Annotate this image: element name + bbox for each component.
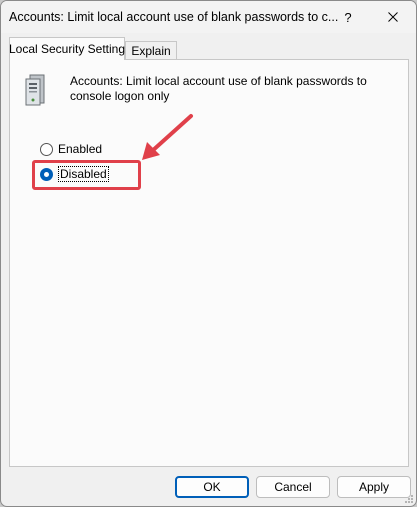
tab-local-security-setting[interactable]: Local Security Setting [9,37,125,60]
tab-panel: Accounts: Limit local account use of bla… [9,59,409,467]
annotation-arrow-icon [142,114,193,160]
cancel-button[interactable]: Cancel [256,476,330,498]
tab-explain[interactable]: Explain [125,41,177,60]
ok-button[interactable]: OK [175,476,249,498]
ok-label: OK [203,480,221,494]
enabled-option[interactable]: Enabled [40,141,102,157]
enabled-label: Enabled [58,142,103,156]
window-title: Accounts: Limit local account use of bla… [9,10,339,24]
apply-button[interactable]: Apply [337,476,411,498]
enabled-radio[interactable] [40,142,53,156]
tab-label: Local Security Setting [8,42,126,56]
title-bar: Accounts: Limit local account use of bla… [1,1,416,33]
help-button[interactable]: ? [325,1,371,33]
resize-grip-icon[interactable] [404,494,414,504]
policy-name: Accounts: Limit local account use of bla… [70,74,367,103]
apply-label: Apply [358,480,390,494]
tab-label: Explain [131,44,171,58]
close-icon [388,12,398,22]
close-button[interactable] [370,1,416,33]
highlight-box [32,160,141,190]
help-icon: ? [344,9,352,25]
dialog-window: Accounts: Limit local account use of bla… [0,0,417,507]
cancel-label: Cancel [274,480,312,494]
computer-tower-icon [25,74,45,106]
